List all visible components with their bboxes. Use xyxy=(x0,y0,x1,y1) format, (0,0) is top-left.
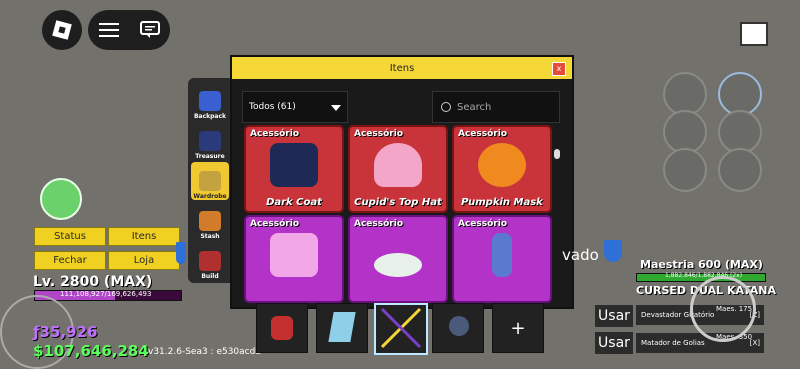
sidebar-item-label: Build xyxy=(201,273,219,280)
item-card[interactable]: Acessório Cupid's Top Hat xyxy=(348,125,448,213)
sidebar-item-build[interactable]: Build xyxy=(191,242,229,280)
use-button[interactable]: Usar xyxy=(595,305,633,327)
category-dropdown[interactable]: Todos (61) xyxy=(242,91,348,123)
items-window: Itens x Todos (61) Search Acessório Dark… xyxy=(230,55,574,309)
xp-text: 111,108,927/169,626,493 xyxy=(60,290,152,298)
use-button[interactable]: Usar xyxy=(595,332,633,354)
crystal-icon xyxy=(328,312,356,342)
pink-sweater-image xyxy=(270,233,318,277)
race-ability-icon[interactable] xyxy=(718,148,762,192)
scrollbar[interactable] xyxy=(554,149,560,159)
money-counter: $107,646,284 xyxy=(33,342,149,360)
roblox-menu-button[interactable] xyxy=(42,10,82,50)
search-icon xyxy=(441,102,451,112)
move-name: Matador de Golias xyxy=(641,339,705,347)
gloves-icon xyxy=(271,316,293,340)
mastery-label: Maestria 600 (MAX) xyxy=(640,258,763,271)
search-placeholder: Search xyxy=(457,101,492,113)
world-text: vado xyxy=(562,246,599,264)
shop-button[interactable]: Loja xyxy=(108,251,180,270)
hamburger-menu-icon[interactable] xyxy=(98,22,119,38)
staff-image xyxy=(492,233,512,277)
item-name: Dark Coat xyxy=(266,197,322,208)
close-menu-button[interactable]: Fechar xyxy=(34,251,106,270)
item-type-label: Acessório xyxy=(458,129,508,139)
item-type-label: Acessório xyxy=(354,129,404,139)
backpack-icon xyxy=(199,91,221,111)
roblox-logo-icon xyxy=(52,20,72,40)
dark-coat-image xyxy=(270,143,318,187)
dual-katana-icon xyxy=(380,307,422,349)
top-bar xyxy=(88,10,170,50)
cupids-top-hat-image xyxy=(374,143,422,187)
chat-icon[interactable] xyxy=(139,21,160,39)
jump-button[interactable] xyxy=(690,276,756,342)
item-card[interactable]: Acessório Dark Coat xyxy=(244,125,344,213)
item-name: Cupid's Top Hat xyxy=(354,197,442,208)
treasure-icon xyxy=(199,131,221,151)
window-title: Itens xyxy=(389,62,415,74)
chevron-down-icon xyxy=(331,105,341,111)
wardrobe-icon xyxy=(199,171,221,191)
item-name: Pumpkin Mask xyxy=(461,197,543,208)
hotbar-slot-3[interactable] xyxy=(374,303,428,355)
version-label: v31.2.6-Sea3 : e530acda xyxy=(148,347,261,357)
add-slot-button[interactable]: + xyxy=(492,303,544,353)
shield-icon xyxy=(176,242,186,264)
item-card[interactable]: Acessório xyxy=(452,215,552,303)
sidebar-item-label: Backpack xyxy=(193,113,227,120)
status-button[interactable]: Status xyxy=(34,227,106,246)
close-button[interactable]: x xyxy=(552,62,566,76)
speed-icon[interactable] xyxy=(663,148,707,192)
sidebar-item-backpack[interactable]: Backpack xyxy=(191,82,229,120)
item-type-label: Acessório xyxy=(250,129,300,139)
stash-icon xyxy=(199,211,221,231)
compass-icon[interactable] xyxy=(40,178,82,220)
sidebar-item-label: Wardrobe xyxy=(193,193,227,200)
sidebar-item-label: Treasure xyxy=(195,153,225,160)
item-type-label: Acessório xyxy=(354,219,404,229)
mace-icon xyxy=(449,316,469,336)
search-input[interactable]: Search xyxy=(432,91,560,123)
sidebar-item-label: Stash xyxy=(200,233,220,240)
shield-icon xyxy=(604,240,622,262)
inventory-sidebar: Backpack Treasure Wardrobe Stash Build xyxy=(188,78,232,283)
item-type-label: Acessório xyxy=(250,219,300,229)
category-dropdown-value: Todos (61) xyxy=(249,102,296,112)
hotbar-slot-2[interactable] xyxy=(316,303,368,353)
sidebar-item-wardrobe[interactable]: Wardrobe xyxy=(191,162,229,200)
pumpkin-mask-image xyxy=(478,143,526,187)
window-header: Itens x xyxy=(232,57,572,79)
settings-tablet-icon[interactable] xyxy=(740,22,768,46)
sidebar-item-stash[interactable]: Stash xyxy=(191,202,229,240)
items-button[interactable]: Itens xyxy=(108,227,180,246)
fragments-counter: ƒ35,926 xyxy=(33,323,98,341)
hotbar-slot-4[interactable] xyxy=(432,303,484,353)
build-icon xyxy=(199,251,221,271)
item-type-label: Acessório xyxy=(458,219,508,229)
hotbar-slot-1[interactable] xyxy=(256,303,308,353)
item-card[interactable]: Acessório xyxy=(348,215,448,303)
item-card[interactable]: Acessório xyxy=(244,215,344,303)
fur-scarf-image xyxy=(374,253,422,277)
player-level: Lv. 2800 (MAX) xyxy=(33,274,153,290)
item-card[interactable]: Acessório Pumpkin Mask xyxy=(452,125,552,213)
sidebar-item-treasure[interactable]: Treasure xyxy=(191,122,229,160)
